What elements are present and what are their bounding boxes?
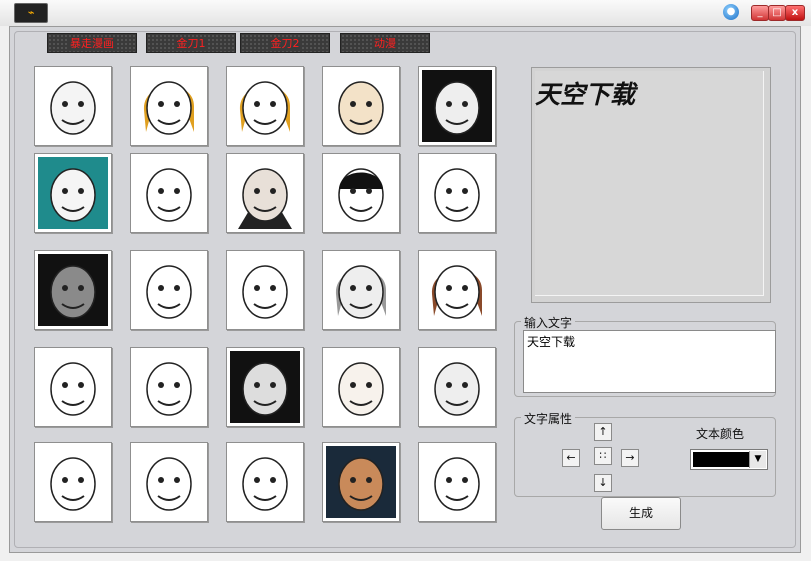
- move-down-button[interactable]: ↓: [594, 474, 612, 492]
- thumbnail-face-17[interactable]: [130, 347, 208, 427]
- input-group-label: 输入文字: [521, 314, 576, 331]
- face-image: [38, 254, 108, 326]
- thumbnail-face-14[interactable]: [322, 250, 400, 330]
- face-image: [422, 254, 492, 326]
- move-up-button[interactable]: ↑: [594, 423, 612, 441]
- tab-jindao2[interactable]: 金刀2: [240, 33, 330, 53]
- thumbnail-face-16[interactable]: [34, 347, 112, 427]
- thumbnail-face-03[interactable]: [226, 66, 304, 146]
- thumbnail-face-13[interactable]: [226, 250, 304, 330]
- face-image: [134, 157, 204, 229]
- face-image: [326, 157, 396, 229]
- chevron-down-icon[interactable]: ▼: [749, 451, 766, 468]
- main-panel: 暴走漫画 金刀1 金刀2 动漫 天空下载 输入文字 天空下载 文字属性 ↑ ← …: [9, 26, 801, 553]
- face-image: [230, 446, 300, 518]
- color-swatch: [693, 452, 749, 467]
- face-image: [422, 351, 492, 423]
- face-image: [326, 70, 396, 142]
- thumbnail-face-10[interactable]: [418, 153, 496, 233]
- face-image: [38, 351, 108, 423]
- thumbnail-face-22[interactable]: [130, 442, 208, 522]
- move-right-button[interactable]: →: [621, 449, 639, 467]
- thumbnail-face-08[interactable]: [226, 153, 304, 233]
- face-image: [230, 70, 300, 142]
- face-image: [38, 157, 108, 229]
- thumbnail-face-12[interactable]: [130, 250, 208, 330]
- thumbnail-face-23[interactable]: [226, 442, 304, 522]
- thumbnail-face-02[interactable]: [130, 66, 208, 146]
- thumbnail-face-19[interactable]: [322, 347, 400, 427]
- face-image: [134, 351, 204, 423]
- close-button[interactable]: x: [785, 5, 805, 21]
- app-logo-icon[interactable]: ⌁: [14, 3, 48, 23]
- face-image: [230, 157, 300, 229]
- face-image: [230, 351, 300, 423]
- thumbnail-face-21[interactable]: [34, 442, 112, 522]
- thumbnail-face-25[interactable]: [418, 442, 496, 522]
- face-image: [326, 446, 396, 518]
- thumbnail-face-05[interactable]: [418, 66, 496, 146]
- generate-button[interactable]: 生成: [601, 497, 681, 530]
- text-color-select[interactable]: ▼: [690, 449, 768, 470]
- tab-baozou[interactable]: 暴走漫画: [47, 33, 137, 53]
- face-image: [38, 446, 108, 518]
- tab-dongman[interactable]: 动漫: [340, 33, 430, 53]
- face-image: [422, 446, 492, 518]
- thumbnail-face-20[interactable]: [418, 347, 496, 427]
- text-color-label: 文本颜色: [696, 427, 745, 441]
- tab-jindao1[interactable]: 金刀1: [146, 33, 236, 53]
- thumbnail-face-11[interactable]: [34, 250, 112, 330]
- title-bar: ⌁ ● _ □ x: [0, 0, 811, 26]
- thumbnail-face-04[interactable]: [322, 66, 400, 146]
- face-image: [422, 70, 492, 142]
- preview-text: 天空下载: [535, 80, 636, 109]
- thumbnail-face-18[interactable]: [226, 347, 304, 427]
- face-image: [134, 254, 204, 326]
- face-image: [326, 254, 396, 326]
- move-left-button[interactable]: ←: [562, 449, 580, 467]
- text-attr-label: 文字属性: [521, 410, 576, 427]
- text-input[interactable]: 天空下载: [523, 330, 776, 393]
- thumbnail-face-06[interactable]: [34, 153, 112, 233]
- thumbnail-face-01[interactable]: [34, 66, 112, 146]
- face-image: [422, 157, 492, 229]
- preview-panel: 天空下载: [531, 67, 771, 303]
- face-image: [38, 70, 108, 142]
- face-image: [134, 446, 204, 518]
- face-image: [134, 70, 204, 142]
- skin-icon[interactable]: ●: [723, 4, 739, 20]
- thumbnail-face-24[interactable]: [322, 442, 400, 522]
- thumbnail-face-15[interactable]: [418, 250, 496, 330]
- face-image: [230, 254, 300, 326]
- center-button[interactable]: ∷: [594, 447, 612, 465]
- minimize-button[interactable]: _: [751, 5, 769, 21]
- maximize-button[interactable]: □: [768, 5, 786, 21]
- thumbnail-face-07[interactable]: [130, 153, 208, 233]
- face-image: [326, 351, 396, 423]
- thumbnail-face-09[interactable]: [322, 153, 400, 233]
